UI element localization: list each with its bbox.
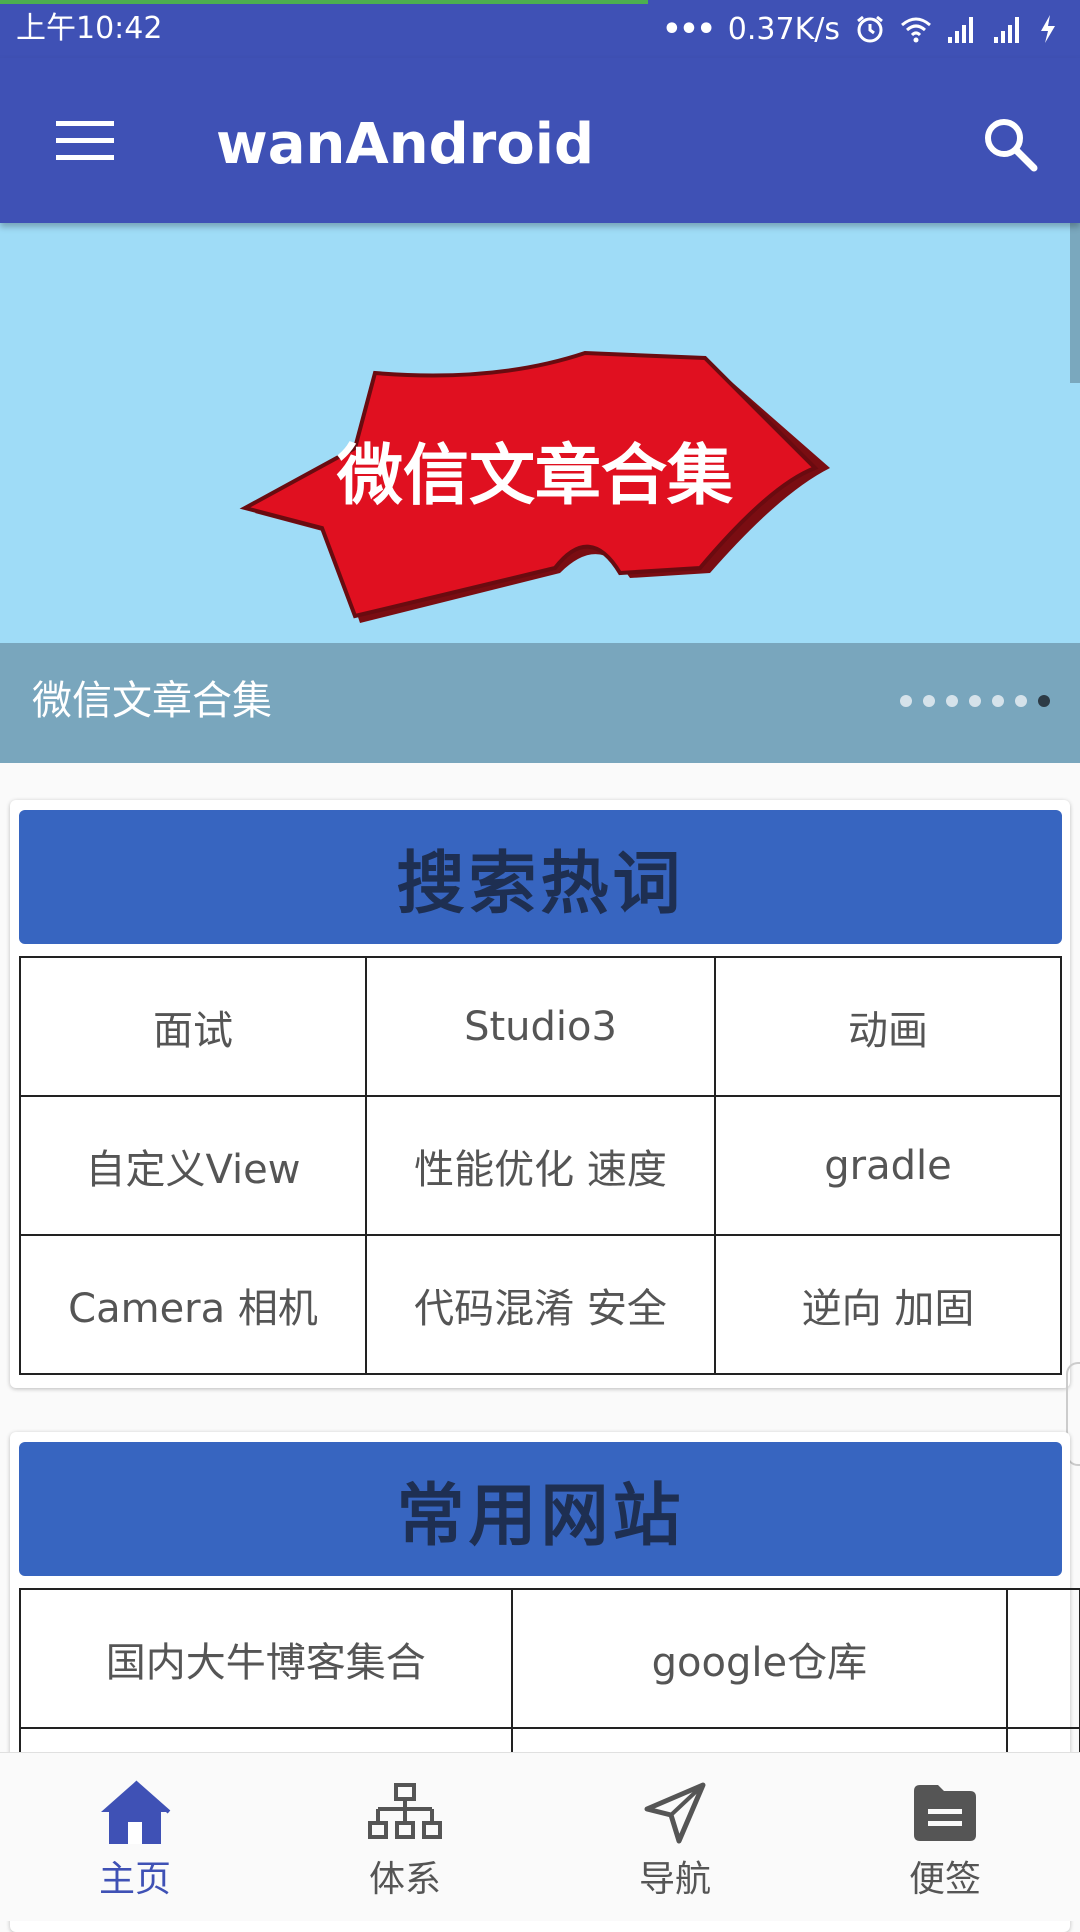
hot-words-grid: 面试 Studio3 动画 自定义View 性能优化 速度 gradle Cam… <box>19 956 1062 1375</box>
hot-words-card: 搜索热词 面试 Studio3 动画 自定义View 性能优化 速度 gradl… <box>10 800 1070 1388</box>
hot-words-header: 搜索热词 <box>19 810 1062 944</box>
hot-word-cell[interactable]: Camera 相机 <box>19 1234 367 1375</box>
signal-icon <box>946 13 978 45</box>
page-load-progress <box>0 0 648 4</box>
banner-pager-dot <box>923 695 935 707</box>
status-indicators: ••• 0.37K/s <box>662 10 1070 48</box>
hot-word-cell[interactable]: 逆向 加固 <box>714 1234 1062 1375</box>
table-row: Camera 相机 代码混淆 安全 逆向 加固 <box>19 1234 1062 1375</box>
banner[interactable]: 微信文章合集 微信文章合集 <box>0 223 1080 763</box>
menu-button[interactable] <box>40 108 130 178</box>
table-row: 自定义View 性能优化 速度 gradle <box>19 1095 1062 1236</box>
app-bar: wanAndroid <box>0 58 1080 223</box>
banner-image-text: 微信文章合集 <box>336 437 733 514</box>
nav-label-system: 体系 <box>368 1859 441 1900</box>
scroll-indicator <box>1070 223 1080 383</box>
common-sites-title: 常用网站 <box>396 1476 685 1556</box>
banner-pager-dot <box>969 695 981 707</box>
hot-word-cell[interactable]: gradle <box>714 1095 1062 1236</box>
signal-icon <box>992 13 1024 45</box>
alarm-icon <box>854 13 886 45</box>
banner-pager-dot <box>946 695 958 707</box>
banner-image: 微信文章合集 <box>0 223 1080 643</box>
wifi-icon <box>900 13 932 45</box>
nav-item-navigation[interactable]: 导航 <box>540 1753 810 1921</box>
hot-word-cell[interactable]: 动画 <box>714 956 1062 1097</box>
notes-icon <box>905 1773 985 1853</box>
hot-word-cell[interactable]: 代码混淆 安全 <box>365 1234 716 1375</box>
status-bar: 上午10:42 ••• 0.37K/s <box>0 0 1080 58</box>
hierarchy-icon <box>365 1773 445 1853</box>
search-button[interactable] <box>970 106 1050 186</box>
site-cell[interactable]: google仓库 <box>510 1588 1009 1729</box>
bottom-navigation: 主页 体系 导航 便签 <box>0 1752 1080 1921</box>
search-icon <box>982 116 1038 176</box>
site-cell[interactable]: 国内大牛博客集合 <box>19 1588 513 1729</box>
nav-label-navigation: 导航 <box>638 1859 711 1900</box>
banner-pager-dot <box>1015 695 1027 707</box>
more-notifications-icon: ••• <box>662 11 716 47</box>
banner-pager-dot <box>992 695 1004 707</box>
navigation-icon <box>635 1773 715 1853</box>
nav-label-notes: 便签 <box>908 1859 981 1900</box>
site-cell[interactable] <box>1006 1588 1080 1729</box>
banner-pager-dot <box>1038 695 1050 707</box>
table-row: 国内大牛博客集合 google仓库 <box>19 1588 1080 1729</box>
banner-caption-bar: 微信文章合集 <box>0 643 1080 763</box>
nav-item-system[interactable]: 体系 <box>270 1753 540 1921</box>
hot-word-cell[interactable]: Studio3 <box>365 956 716 1097</box>
app-title: wanAndroid <box>216 112 595 177</box>
common-sites-header: 常用网站 <box>19 1442 1062 1576</box>
hot-word-cell[interactable]: 自定义View <box>19 1095 367 1236</box>
network-speed: 0.37K/s <box>727 11 840 47</box>
menu-icon <box>56 119 114 167</box>
home-icon <box>95 1773 175 1853</box>
table-row: 面试 Studio3 动画 <box>19 956 1062 1097</box>
status-time: 上午10:42 <box>16 11 163 46</box>
nav-item-home[interactable]: 主页 <box>0 1753 270 1921</box>
banner-caption: 微信文章合集 <box>32 678 272 724</box>
nav-label-home: 主页 <box>98 1859 171 1900</box>
hot-word-cell[interactable]: 面试 <box>19 956 367 1097</box>
hot-word-cell[interactable]: 性能优化 速度 <box>365 1095 716 1236</box>
charging-icon <box>1038 13 1070 45</box>
banner-pager-dot <box>900 695 912 707</box>
banner-pager <box>900 695 1050 707</box>
nav-item-notes[interactable]: 便签 <box>810 1753 1080 1921</box>
hot-words-title: 搜索热词 <box>396 844 685 924</box>
